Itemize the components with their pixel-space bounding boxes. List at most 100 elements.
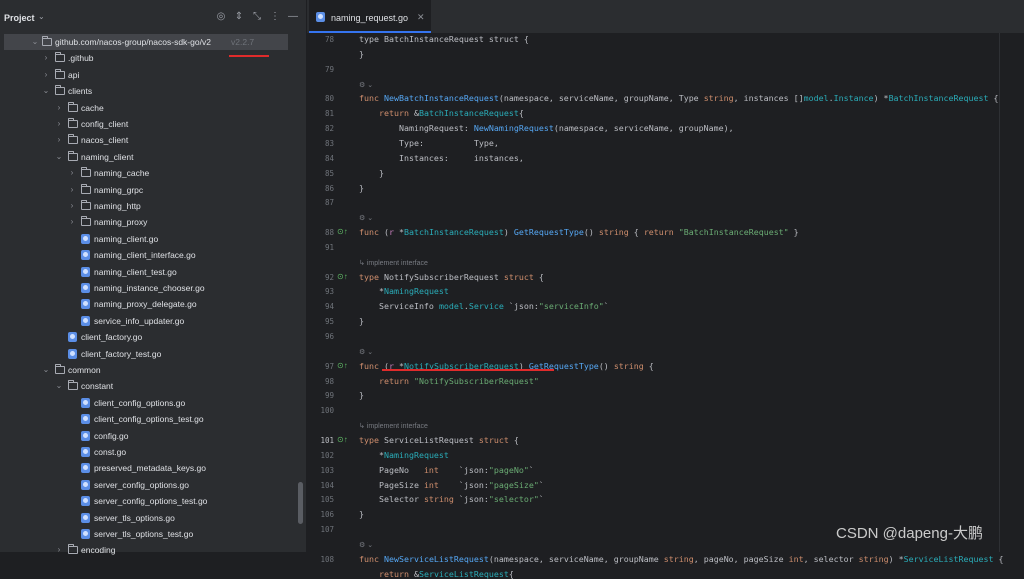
code-line[interactable]: Selector string `json:"selector"` [359,494,544,504]
code-line[interactable]: func NewBatchInstanceRequest(namespace, … [359,93,998,103]
inlay-hint[interactable]: ↳ implement interface [359,422,428,430]
tree-file-item[interactable]: naming_proxy_delegate.go [0,296,300,312]
code-line[interactable]: PageNo int `json:"pageNo"` [359,465,534,475]
chevron-down-icon[interactable]: ⌄ [54,378,64,394]
implements-gutter-icon[interactable]: ⊙↑ [337,361,348,370]
inlay-hint[interactable]: ⚙ ⌄ [359,348,373,356]
code-line[interactable]: } [359,168,384,178]
tree-folder-item[interactable]: ⌄ github.com/nacos-group/nacos-sdk-go/v2 v… [4,34,288,50]
tree-file-item[interactable]: client_factory.go [0,329,300,345]
chevron-down-icon[interactable]: ⌄ [38,12,45,21]
chevron-down-icon[interactable]: ⌄ [41,83,51,99]
tree-folder-item[interactable]: › config_client [0,116,300,132]
tree-file-item[interactable]: client_config_options.go [0,395,300,411]
editor-tab-naming-request[interactable]: naming_request.go ✕ [309,0,431,33]
tree-file-item[interactable]: server_tls_options.go [0,510,300,526]
code-line[interactable]: func NewServiceListRequest(namespace, se… [359,554,1004,564]
chevron-right-icon[interactable]: › [54,100,64,116]
inlay-hint[interactable]: ⚙ ⌄ [359,541,373,549]
tree-file-item[interactable]: const.go [0,444,300,460]
tree-folder-item[interactable]: › cache [0,100,300,116]
tree-file-item[interactable]: naming_instance_chooser.go [0,280,300,296]
code-line[interactable]: return "NotifySubscriberRequest" [359,376,539,386]
implements-gutter-icon[interactable]: ⊙↑ [337,272,348,281]
code-line[interactable]: } [359,183,364,193]
code-token: GetRequestType [513,227,584,238]
chevron-down-icon[interactable]: ⌄ [54,149,64,165]
code-line[interactable]: return &ServiceListRequest{ [359,569,514,579]
project-tree-scrollbar[interactable] [298,482,303,524]
tree-file-item[interactable]: service_info_updater.go [0,313,300,329]
chevron-right-icon[interactable]: › [67,165,77,181]
tree-file-item[interactable]: client_factory_test.go [0,346,300,362]
chevron-down-icon[interactable]: ⌄ [30,34,40,50]
code-line[interactable]: } [359,390,364,400]
code-line[interactable]: type ServiceListRequest struct { [359,435,519,445]
code-line[interactable]: *NamingRequest [359,450,449,460]
tree-file-item[interactable]: config.go [0,428,300,444]
code-token: } [359,390,364,401]
code-token: ServiceInfo [359,301,439,312]
tree-folder-item[interactable]: › nacos_client [0,132,300,148]
expand-all-icon[interactable]: ⇕ [233,11,245,23]
chevron-right-icon[interactable]: › [67,182,77,198]
chevron-right-icon[interactable]: › [54,132,64,148]
code-token: ServiceListRequest [383,434,479,445]
inlay-hint[interactable]: ↳ implement interface [359,259,428,267]
chevron-right-icon[interactable]: › [67,198,77,214]
code-line[interactable]: return &BatchInstanceRequest{ [359,108,524,118]
tree-folder-item[interactable]: ⌄ constant [0,378,300,394]
chevron-down-icon[interactable]: ⌄ [41,362,51,378]
tree-folder-item[interactable]: › naming_grpc [0,182,300,198]
code-line[interactable]: ServiceInfo model.Service `json:"service… [359,301,609,311]
inlay-hint[interactable]: ⚙ ⌄ [359,214,373,222]
code-line[interactable]: Instances: instances, [359,153,524,163]
chevron-right-icon[interactable]: › [67,214,77,230]
code-line[interactable]: type NotifySubscriberRequest struct { [359,272,544,282]
tree-folder-item[interactable]: › encoding [0,542,300,558]
tree-file-item[interactable]: server_config_options_test.go [0,493,300,509]
tree-folder-item[interactable]: ⌄ common [0,362,300,378]
go-file-icon [81,266,90,277]
tree-folder-item[interactable]: › naming_cache [0,165,300,181]
inlay-hint[interactable]: ⚙ ⌄ [359,81,373,89]
code-line[interactable]: } [359,509,364,519]
collapse-all-icon[interactable]: ⤡ [251,11,263,23]
folder-icon [68,101,78,112]
tree-file-item[interactable]: naming_client_interface.go [0,247,300,263]
implements-gutter-icon[interactable]: ⊙↑ [337,227,348,236]
tree-file-item[interactable]: server_config_options.go [0,477,300,493]
chevron-right-icon[interactable]: › [54,542,64,558]
tree-folder-item[interactable]: › api [0,67,300,83]
chevron-right-icon[interactable]: › [41,67,51,83]
code-line[interactable]: } [359,316,364,326]
code-line[interactable]: } [359,49,364,59]
chevron-right-icon[interactable]: › [54,116,64,132]
tree-folder-item[interactable]: › .github [0,50,300,66]
tree-folder-item[interactable]: › naming_http [0,198,300,214]
options-menu-icon[interactable]: ⋮ [269,11,281,23]
tree-file-item[interactable]: naming_client_test.go [0,264,300,280]
project-panel-title[interactable]: Project [4,13,35,23]
chevron-right-icon[interactable]: › [41,50,51,66]
code-line[interactable]: PageSize int `json:"pageSize"` [359,480,544,490]
code-token: "pageSize" [488,479,539,490]
line-number: 92 [324,272,334,282]
code-line[interactable]: NamingRequest: NewNamingRequest(namespac… [359,123,734,133]
tree-file-item[interactable]: naming_client.go [0,231,300,247]
tree-folder-item[interactable]: ⌄ clients [0,83,300,99]
tree-file-item[interactable]: server_tls_options_test.go [0,526,300,542]
code-token: ` [528,464,534,475]
code-line[interactable]: func (r *BatchInstanceRequest) GetReques… [359,227,799,237]
hide-panel-icon[interactable]: — [287,11,299,23]
close-icon[interactable]: ✕ [417,12,425,23]
code-line[interactable]: type BatchInstanceRequest struct { [359,34,529,44]
tree-file-item[interactable]: preserved_metadata_keys.go [0,460,300,476]
implements-gutter-icon[interactable]: ⊙↑ [337,435,348,444]
locate-icon[interactable]: ◎ [215,11,227,23]
code-line[interactable]: Type: Type, [359,138,499,148]
code-line[interactable]: *NamingRequest [359,286,449,296]
tree-folder-item[interactable]: › naming_proxy [0,214,300,230]
tree-file-item[interactable]: client_config_options_test.go [0,411,300,427]
tree-folder-item[interactable]: ⌄ naming_client [0,149,300,165]
